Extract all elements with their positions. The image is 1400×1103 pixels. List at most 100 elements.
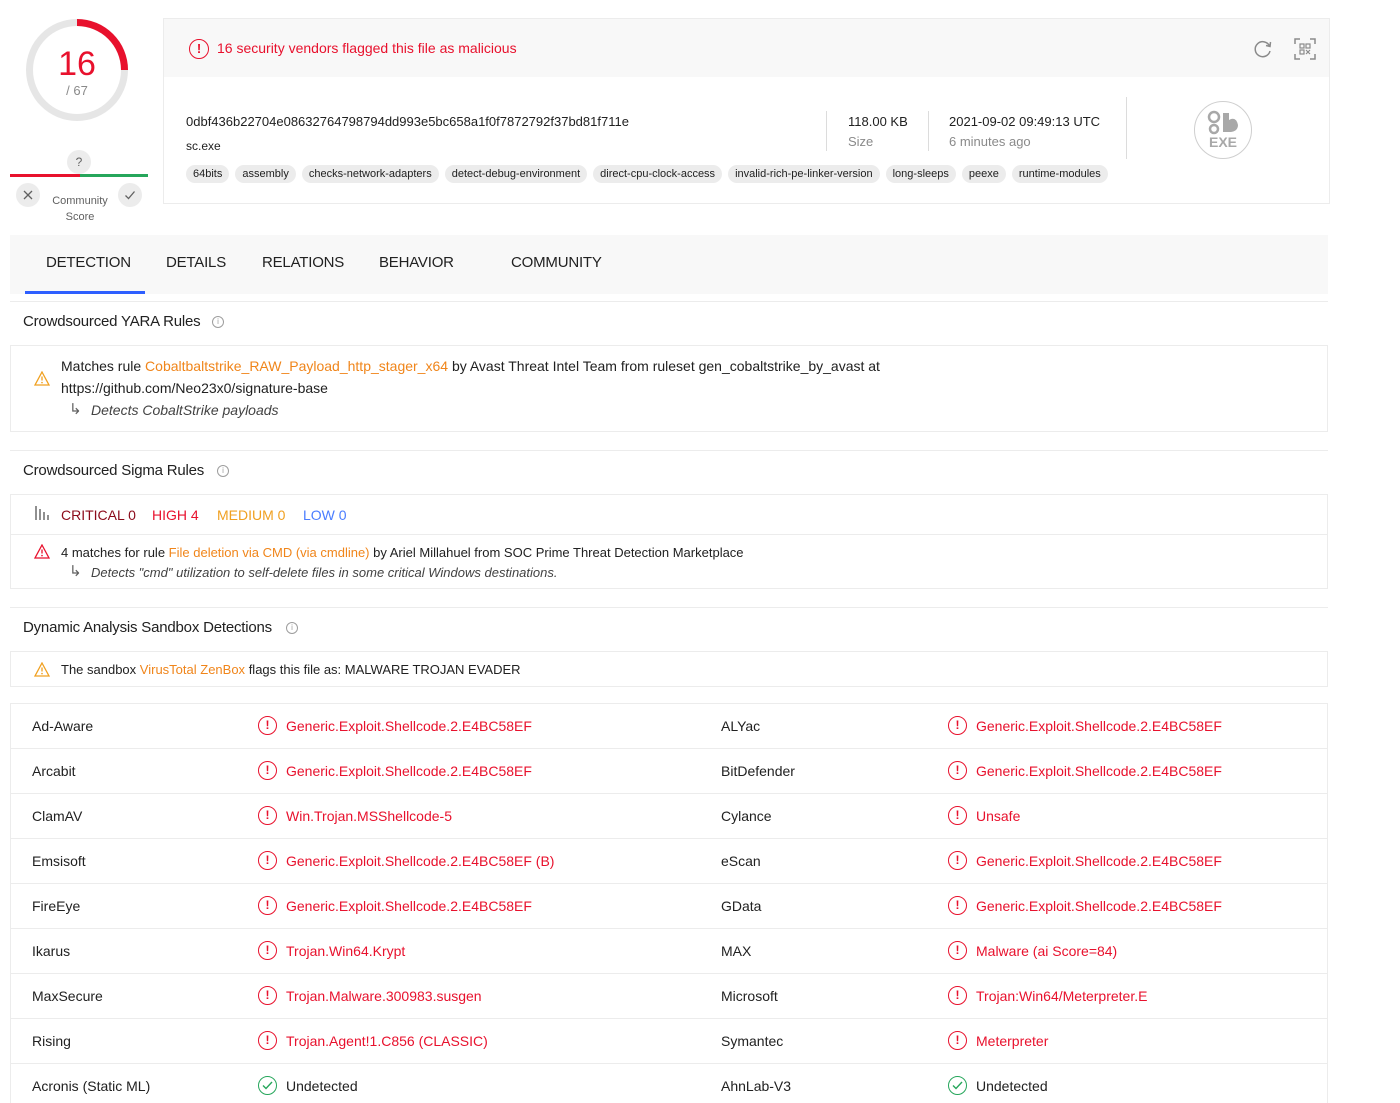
malicious-icon: ! [258,986,277,1005]
detection-count: 16 [58,45,96,83]
vendor-result: Trojan.Agent!1.C856 (CLASSIC) [286,1033,488,1049]
vendor-result: Undetected [976,1078,1048,1094]
vendor-row: ClamAV! Win.Trojan.MSShellcode-5 Cylance! U… [11,794,1327,839]
sigma-rule-box: CRITICAL 0 HIGH 4 MEDIUM 0 LOW 0 4 match… [10,494,1328,589]
sigma-section-header: Crowdsourced Sigma Rules i [10,450,1328,488]
severity-low[interactable]: LOW 0 [303,507,347,523]
severity-critical[interactable]: CRITICAL 0 [61,507,136,523]
malicious-icon: ! [948,896,967,915]
file-hash[interactable]: 0dbf436b22704e08632764798794dd993e5bc658… [186,114,629,129]
tab-behavior[interactable]: BEHAVIOR [379,254,454,271]
reanalyze-icon[interactable] [1252,38,1274,60]
vendor-result: Generic.Exploit.Shellcode.2.E4BC58EF [976,853,1222,869]
tab-community[interactable]: COMMUNITY [511,254,602,271]
yara-rule-link[interactable]: Cobaltbaltstrike_RAW_Payload_http_stager… [145,358,448,374]
malicious-icon: ! [948,1031,967,1050]
malicious-icon: ! [258,941,277,960]
malicious-icon: ! [948,941,967,960]
vote-harmful-icon[interactable] [16,183,40,207]
info-icon[interactable]: i [212,316,224,328]
file-tag[interactable]: long-sleeps [885,165,956,183]
file-tag[interactable]: checks-network-adapters [301,165,439,183]
severity-medium[interactable]: MEDIUM 0 [217,507,285,523]
sigma-match-line: 4 matches for rule File deletion via CMD… [61,545,744,560]
info-icon[interactable]: i [217,465,229,477]
vendor-result: Generic.Exploit.Shellcode.2.E4BC58EF [286,898,532,914]
file-tag[interactable]: direct-cpu-clock-access [593,165,723,183]
vendor-row: FireEye! Generic.Exploit.Shellcode.2.E4BC… [11,884,1327,929]
vendor-row: Rising! Trojan.Agent!1.C856 (CLASSIC) Syma… [11,1019,1327,1064]
malicious-alert-bar: ! 16 security vendors flagged this file … [164,19,1329,77]
vendor-name: ALYac [721,718,761,734]
sandbox-verdict-box: The sandbox VirusTotal ZenBox flags this… [10,651,1328,687]
sandbox-verdict-line: The sandbox VirusTotal ZenBox flags this… [61,662,521,677]
tab-detection[interactable]: DETECTION [46,254,131,271]
malicious-alert-text: 16 security vendors flagged this file as… [217,40,517,56]
yara-rule-box: Matches rule Cobaltbaltstrike_RAW_Payloa… [10,345,1328,432]
yara-section-title: Crowdsourced YARA Rules [23,313,201,330]
vendor-name: Microsoft [721,988,778,1004]
vendor-result: Malware (ai Score=84) [976,943,1118,959]
vendor-result: Trojan.Win64.Krypt [286,943,406,959]
divider [11,534,1327,535]
file-tag[interactable]: 64bits [186,165,230,183]
file-tag[interactable]: peexe [961,165,1006,183]
report-tabs: DETECTION DETAILS RELATIONS BEHAVIOR COM… [10,235,1328,294]
sandbox-name-link[interactable]: VirusTotal ZenBox [140,662,245,677]
sandbox-section-header: Dynamic Analysis Sandbox Detections i [10,607,1328,645]
vendor-row: Ikarus! Trojan.Win64.Krypt MAX! Malware (ai… [11,929,1327,974]
vendor-name: Acronis (Static ML) [32,1078,151,1094]
analysis-date: 2021-09-02 09:49:13 UTC [949,114,1101,129]
vendor-result: Trojan.Malware.300983.susgen [286,988,482,1004]
vendor-name: BitDefender [721,763,795,779]
tab-details[interactable]: DETAILS [166,254,226,271]
analysis-date-ago: 6 minutes ago [949,134,1031,149]
sigma-description: Detects "cmd" utilization to self-delete… [91,565,558,580]
undetected-check-icon [948,1076,967,1095]
severity-bars-icon [35,506,49,520]
vendor-result: Trojan:Win64/Meterpreter.E [976,988,1148,1004]
yara-section-header: Crowdsourced YARA Rules i [10,301,1328,339]
malicious-icon: ! [948,986,967,1005]
vendor-name: FireEye [32,898,81,914]
sigma-rule-link[interactable]: File deletion via CMD (via cmdline) [169,545,370,560]
yara-source-link[interactable]: https://github.com/Neo23x0/signature-bas… [61,380,328,396]
vendor-detections-table: Ad-Aware! Generic.Exploit.Shellcode.2.E4B… [10,703,1328,1103]
vendor-name: eScan [721,853,761,869]
community-negative-bar [10,174,80,177]
malicious-icon: ! [948,761,967,780]
file-size-label: Size [848,134,874,149]
info-icon[interactable]: i [286,622,298,634]
similar-files-icon[interactable] [1293,37,1317,61]
vendor-name: Cylance [721,808,772,824]
vendor-result: Generic.Exploit.Shellcode.2.E4BC58EF [976,898,1222,914]
vendor-result: Meterpreter [976,1033,1049,1049]
vendor-name: Ad-Aware [32,718,94,734]
vendor-result: Generic.Exploit.Shellcode.2.E4BC58EF [976,718,1222,734]
severity-high[interactable]: HIGH 4 [152,507,199,523]
file-summary-card: ! 16 security vendors flagged this file … [163,18,1330,204]
vendor-name: ClamAV [32,808,83,824]
meta-divider [928,111,929,151]
file-tag[interactable]: detect-debug-environment [444,165,588,183]
vendor-row: MaxSecure! Trojan.Malware.300983.susgen Mi… [11,974,1327,1019]
tab-relations[interactable]: RELATIONS [262,254,344,271]
question-icon[interactable]: ? [67,150,91,174]
community-positive-bar [80,174,148,177]
malicious-icon: ! [948,851,967,870]
file-tag[interactable]: invalid-rich-pe-linker-version [728,165,880,183]
file-tag[interactable]: runtime-modules [1011,165,1108,183]
vendor-row: Acronis (Static ML) Undetected AhnLab-V3 Un… [11,1064,1327,1103]
malicious-icon: ! [258,716,277,735]
file-tag[interactable]: assembly [235,165,296,183]
vote-harmless-icon[interactable] [118,183,142,207]
exe-file-type-icon: EXE [1194,101,1252,159]
vendor-result: Generic.Exploit.Shellcode.2.E4BC58EF [976,763,1222,779]
yara-match-line: Matches rule Cobaltbaltstrike_RAW_Payloa… [61,358,880,374]
vendor-name: MAX [721,943,752,959]
vendor-result: Undetected [286,1078,358,1094]
vendor-result: Generic.Exploit.Shellcode.2.E4BC58EF [286,763,532,779]
return-arrow-icon: ↳ [69,401,82,418]
yara-description: Detects CobaltStrike payloads [91,402,279,418]
meta-divider [1126,97,1127,159]
